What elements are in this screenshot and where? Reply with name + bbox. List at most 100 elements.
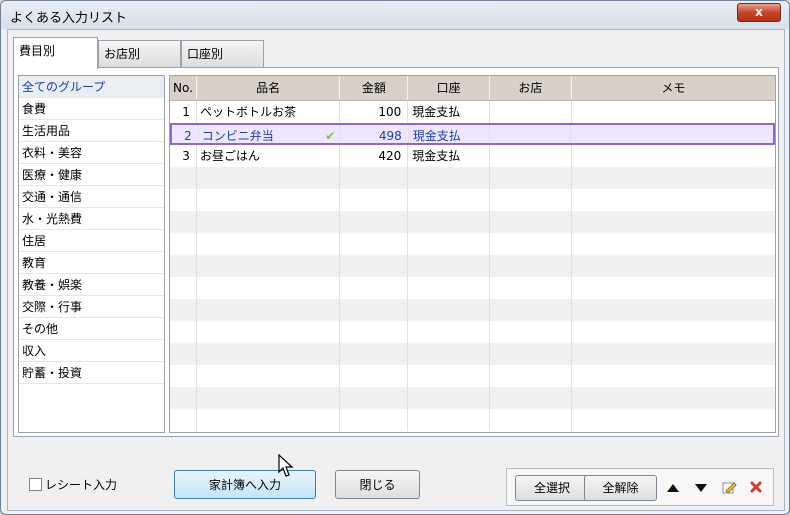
column-memo[interactable]: メモ: [572, 76, 775, 100]
empty-table-row: [170, 409, 775, 431]
cell-memo: [572, 211, 775, 233]
delete-icon[interactable]: [748, 479, 764, 495]
cell-no: [170, 189, 197, 211]
cell-account: [408, 189, 490, 211]
group-item[interactable]: 教育: [19, 252, 164, 274]
cell-name: [197, 277, 341, 299]
cell-memo: [572, 145, 775, 167]
cell-memo: [572, 409, 775, 431]
cell-account: [408, 211, 490, 233]
group-item[interactable]: 食費: [19, 98, 164, 120]
cell-account: [408, 255, 490, 277]
empty-table-row: [170, 255, 775, 277]
cell-no: [170, 167, 197, 189]
cell-no: 2: [172, 125, 199, 143]
cell-shop: [490, 125, 572, 143]
cell-name: [197, 189, 341, 211]
cell-no: [170, 343, 197, 365]
empty-table-row: [170, 167, 775, 189]
select-all-button[interactable]: 全選択: [515, 475, 589, 501]
cell-no: [170, 387, 197, 409]
tab-panel: 全てのグループ 食費 生活用品 衣料・美容 医療・健康 交通・通信 水・光熱費 住居 教育 教養・…: [13, 67, 779, 437]
move-up-icon[interactable]: [665, 480, 681, 496]
cell-amount: [340, 343, 409, 365]
edit-icon[interactable]: [721, 479, 737, 495]
empty-table-row: [170, 211, 775, 233]
empty-table-row: [170, 343, 775, 365]
mouse-pointer-icon: [278, 454, 294, 477]
column-account[interactable]: 口座: [408, 76, 490, 100]
title-bar: よくある入力リスト x: [1, 1, 789, 29]
group-item[interactable]: 交通・通信: [19, 186, 164, 208]
cell-memo: [572, 255, 775, 277]
table-body: 1 ペットボトルお茶 100 現金支払 2 コンビニ弁当 ✔ 498 現金支払 3 お昼ごはん 420…: [170, 101, 775, 431]
cell-memo: [572, 321, 775, 343]
group-item[interactable]: 交際・行事: [19, 296, 164, 318]
cell-shop: [490, 189, 572, 211]
deselect-all-button[interactable]: 全解除: [584, 475, 657, 501]
cell-name: [197, 299, 341, 321]
cell-name: コンビニ弁当 ✔: [199, 125, 342, 143]
cell-no: [170, 277, 197, 299]
group-item[interactable]: 収入: [19, 340, 164, 362]
cell-shop: [490, 365, 572, 387]
cell-memo: [572, 343, 775, 365]
cell-name: [197, 365, 341, 387]
cell-shop: [490, 277, 572, 299]
dialog-window: よくある入力リスト x 費目別 お店別 口座別 全てのグループ 食費 生活用品 衣料・…: [0, 0, 790, 515]
group-item[interactable]: 衣料・美容: [19, 142, 164, 164]
group-item[interactable]: 水・光熱費: [19, 208, 164, 230]
cell-account: [408, 167, 490, 189]
cell-amount: [340, 167, 409, 189]
cell-shop: [490, 145, 572, 167]
cell-account: 現金支払: [408, 145, 490, 167]
cell-name: お昼ごはん: [197, 145, 341, 167]
cell-no: 1: [170, 101, 197, 123]
close-button[interactable]: 閉じる: [335, 470, 420, 499]
empty-table-row: [170, 321, 775, 343]
table-row[interactable]: 1 ペットボトルお茶 100 現金支払: [170, 101, 775, 123]
group-item[interactable]: その他: [19, 318, 164, 340]
cell-name: ペットボトルお茶: [197, 101, 341, 123]
column-amount[interactable]: 金額: [340, 76, 409, 100]
cell-name: [197, 233, 341, 255]
group-item[interactable]: 住居: [19, 230, 164, 252]
group-item[interactable]: 生活用品: [19, 120, 164, 142]
cell-shop: [490, 255, 572, 277]
receipt-checkbox[interactable]: [29, 478, 42, 491]
cell-no: [170, 255, 197, 277]
cell-shop: [490, 167, 572, 189]
receipt-toggle[interactable]: レシート入力: [29, 476, 117, 493]
group-item[interactable]: 教養・娯楽: [19, 274, 164, 296]
table-row[interactable]: 2 コンビニ弁当 ✔ 498 現金支払: [170, 123, 775, 145]
cell-memo: [572, 189, 775, 211]
cell-amount: [340, 277, 409, 299]
group-item-all[interactable]: 全てのグループ: [19, 76, 164, 98]
cell-memo: [572, 365, 775, 387]
entry-table: No. 品名 金額 口座 お店 メモ 1 ペットボトルお茶 100 現金支払 2 コンビニ…: [169, 75, 776, 433]
cell-amount: 498: [341, 125, 409, 143]
cell-shop: [490, 321, 572, 343]
close-window-button[interactable]: x: [737, 3, 781, 22]
check-icon: ✔: [325, 129, 336, 143]
tab-store[interactable]: お店別: [98, 40, 181, 68]
group-list[interactable]: 全てのグループ 食費 生活用品 衣料・美容 医療・健康 交通・通信 水・光熱費 住居 教育 教養・…: [18, 75, 165, 433]
move-down-icon[interactable]: [693, 480, 709, 496]
empty-table-row: [170, 387, 775, 409]
column-no[interactable]: No.: [170, 76, 197, 100]
cell-memo: [572, 101, 775, 123]
cell-memo: [572, 167, 775, 189]
column-shop[interactable]: お店: [490, 76, 572, 100]
cell-amount: 420: [340, 145, 409, 167]
client-area: 費目別 お店別 口座別 全てのグループ 食費 生活用品 衣料・美容 医療・健康 交通・通信…: [7, 29, 785, 511]
tab-expense[interactable]: 費目別: [13, 37, 98, 69]
cell-name: [197, 387, 341, 409]
column-name[interactable]: 品名: [197, 76, 341, 100]
cell-memo: [572, 387, 775, 409]
cell-account: [408, 277, 490, 299]
group-item[interactable]: 貯蓄・投資: [19, 362, 164, 384]
table-row[interactable]: 3 お昼ごはん 420 現金支払: [170, 145, 775, 167]
group-item[interactable]: 医療・健康: [19, 164, 164, 186]
tab-account[interactable]: 口座別: [181, 40, 264, 68]
cell-amount: [340, 189, 409, 211]
